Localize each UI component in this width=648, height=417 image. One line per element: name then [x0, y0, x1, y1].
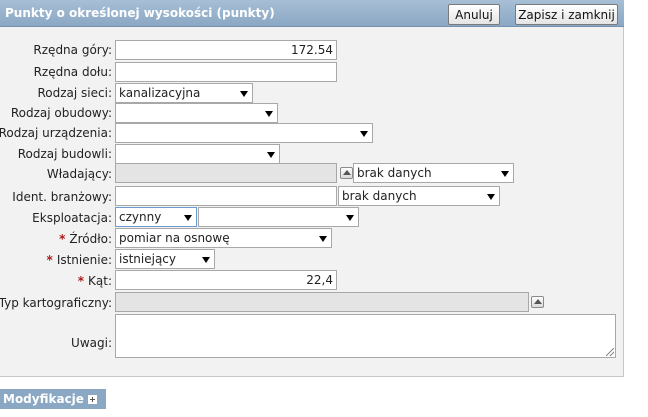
- zrodlo-label-text: Źródło:: [69, 232, 112, 246]
- uwagi-label: Uwagi:: [71, 336, 112, 350]
- kat-label-text: Kąt:: [88, 274, 112, 288]
- arrow-up-icon: [534, 299, 542, 304]
- rodzaj-urzadzenia-select[interactable]: [115, 123, 373, 143]
- chevron-down-icon: [267, 152, 275, 158]
- zrodlo-label: * Źródło:: [59, 231, 112, 247]
- chevron-down-icon: [487, 194, 495, 200]
- expand-up-button[interactable]: [340, 167, 353, 179]
- expand-up-button[interactable]: [531, 296, 544, 308]
- cancel-button[interactable]: Anuluj: [448, 4, 500, 25]
- kat-input[interactable]: 22,4: [115, 270, 337, 290]
- rodzaj-obudowy-label: Rodzaj obudowy:: [10, 106, 112, 120]
- eksploatacja-select[interactable]: czynny: [115, 207, 197, 227]
- chevron-down-icon: [184, 215, 192, 221]
- dialog-title: Punkty o określonej wysokości (punkty): [5, 6, 275, 20]
- eksploatacja-value: czynny: [119, 210, 162, 224]
- ident-branzowy-input[interactable]: [115, 186, 337, 206]
- dialog-header: Punkty o określonej wysokości (punkty) A…: [0, 0, 624, 27]
- typ-kartograficzny-label: Typ kartograficzny:: [0, 296, 112, 310]
- rodzaj-budowli-label: Rodzaj budowli:: [17, 147, 112, 161]
- chevron-down-icon: [501, 171, 509, 177]
- eksploatacja-label: Eksploatacja:: [32, 211, 112, 225]
- plus-icon: [87, 395, 97, 404]
- chevron-down-icon: [360, 131, 368, 137]
- rzedna-gory-input[interactable]: 172.54: [115, 40, 337, 60]
- typ-kartograficzny-input: [115, 292, 529, 312]
- wladajacy-label: Władający:: [46, 167, 112, 181]
- istnienie-label: * Istnienie:: [47, 252, 112, 268]
- rodzaj-obudowy-select[interactable]: [115, 103, 278, 123]
- wladajacy-select-value: brak danych: [357, 166, 432, 180]
- chevron-down-icon: [265, 111, 273, 117]
- eksploatacja-detail-select[interactable]: [198, 207, 359, 227]
- ident-branzowy-label: Ident. branżowy:: [12, 190, 112, 204]
- required-marker: *: [46, 253, 53, 267]
- rzedna-dolu-label: Rzędna dołu:: [33, 65, 112, 79]
- ident-branzowy-select[interactable]: brak danych: [338, 186, 500, 206]
- uwagi-textarea[interactable]: [115, 314, 616, 358]
- modifications-section-toggle[interactable]: Modyfikacje: [0, 389, 106, 409]
- wladajacy-input: [115, 163, 337, 183]
- wladajacy-select[interactable]: brak danych: [353, 163, 514, 183]
- save-and-close-button[interactable]: Zapisz i zamknij: [515, 4, 618, 25]
- rzedna-gory-label: Rzędna góry:: [33, 43, 112, 57]
- zrodlo-value: pomiar na osnowę: [119, 231, 230, 245]
- istnienie-value: istniejący: [119, 252, 176, 266]
- kat-label: * Kąt:: [78, 273, 112, 289]
- rodzaj-sieci-select[interactable]: kanalizacyjna: [115, 83, 253, 103]
- rodzaj-budowli-select[interactable]: [115, 144, 280, 164]
- istnienie-select[interactable]: istniejący: [115, 249, 215, 269]
- required-marker: *: [59, 232, 66, 246]
- resize-grip-icon[interactable]: [606, 348, 614, 356]
- rodzaj-sieci-value: kanalizacyjna: [119, 86, 201, 100]
- zrodlo-select[interactable]: pomiar na osnowę: [115, 228, 332, 248]
- rzedna-dolu-input[interactable]: [115, 62, 337, 82]
- required-marker: *: [77, 274, 85, 288]
- modifications-label: Modyfikacje: [3, 392, 84, 406]
- rodzaj-sieci-label: Rodzaj sieci:: [37, 86, 112, 100]
- arrow-up-icon: [343, 170, 351, 175]
- chevron-down-icon: [319, 236, 327, 242]
- ident-branzowy-select-value: brak danych: [342, 189, 417, 203]
- chevron-down-icon: [202, 257, 210, 263]
- chevron-down-icon: [240, 91, 248, 97]
- chevron-down-icon: [346, 215, 354, 221]
- rodzaj-urzadzenia-label: Rodzaj urządzenia:: [0, 126, 112, 140]
- istnienie-label-text: Istnienie:: [56, 253, 112, 267]
